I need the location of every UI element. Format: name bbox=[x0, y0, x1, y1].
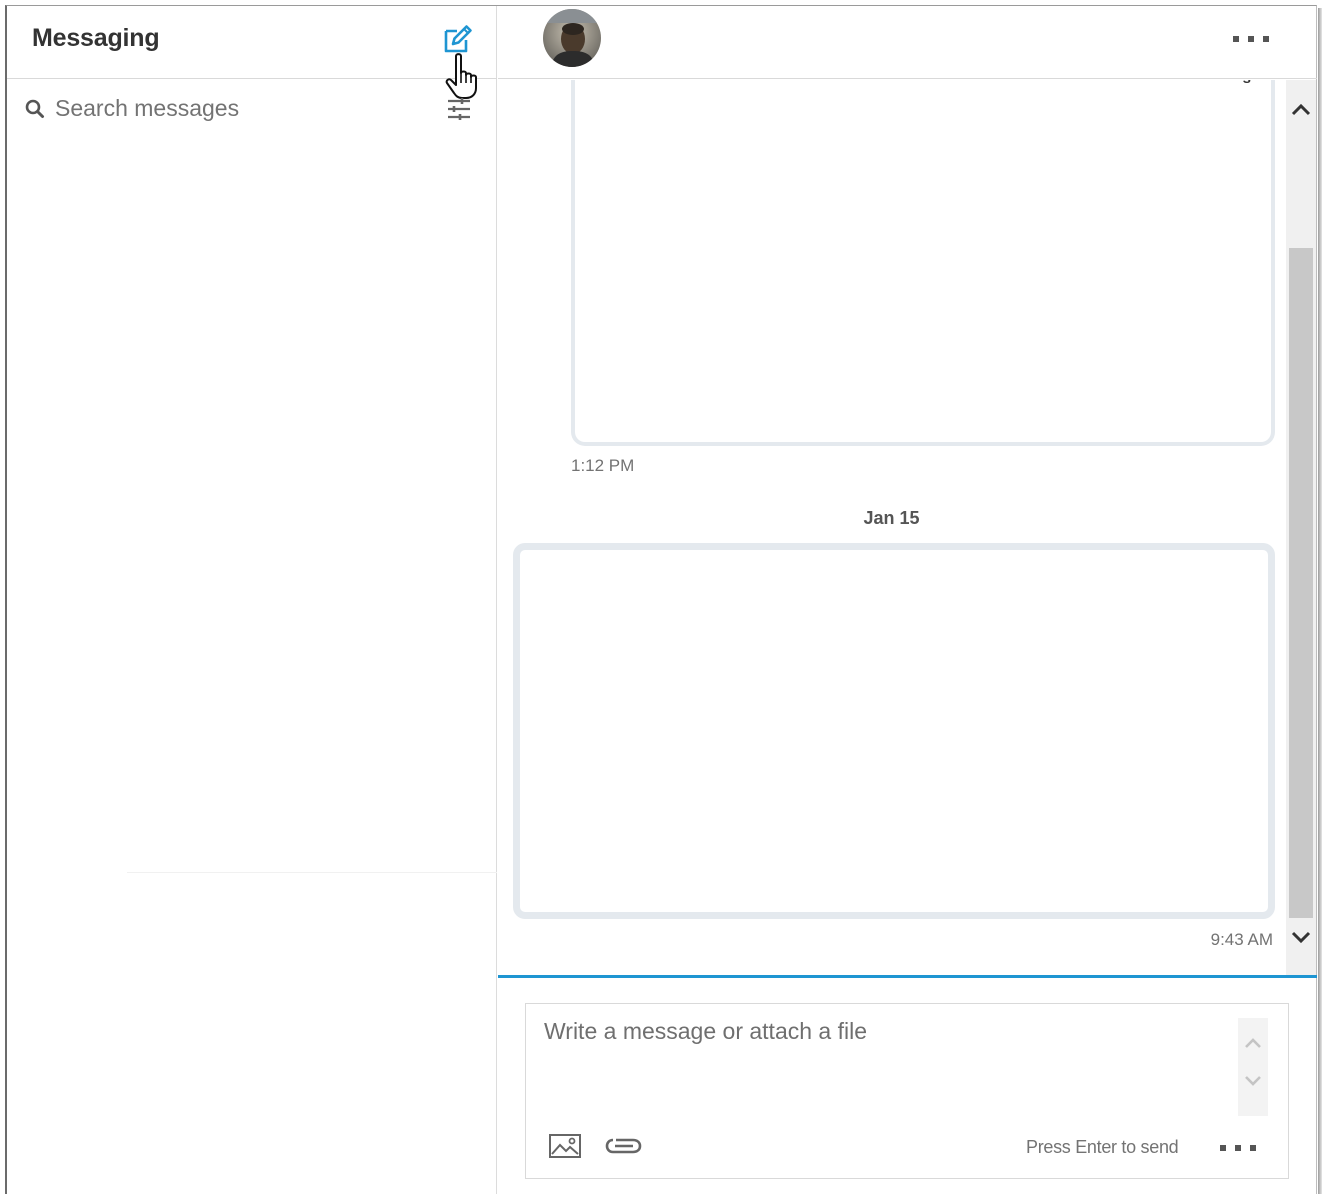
scroll-down-icon[interactable] bbox=[1286, 922, 1316, 952]
message-composer: Press Enter to send bbox=[525, 1003, 1289, 1179]
thread-scrollbar[interactable] bbox=[1286, 80, 1316, 975]
message-thread: s 1:12 PM Jan 15 9:43 AM bbox=[498, 80, 1285, 975]
send-hint: Press Enter to send bbox=[1026, 1137, 1179, 1157]
scroll-thumb[interactable] bbox=[1289, 248, 1313, 918]
message-timestamp: 1:12 PM bbox=[571, 456, 635, 475]
window-shadow bbox=[1318, 8, 1322, 1194]
attachment-icon[interactable] bbox=[604, 1132, 644, 1160]
sidebar-header: Messaging bbox=[7, 6, 497, 99]
more-options-icon[interactable] bbox=[1218, 1140, 1258, 1156]
more-options-icon[interactable] bbox=[1230, 30, 1272, 48]
message-text: s bbox=[1243, 80, 1251, 87]
image-icon[interactable] bbox=[548, 1132, 582, 1160]
search-icon bbox=[24, 98, 46, 120]
compose-icon[interactable] bbox=[440, 22, 474, 56]
message-bubble: s bbox=[571, 80, 1275, 446]
conversation-pane: s 1:12 PM Jan 15 9:43 AM bbox=[498, 6, 1317, 1194]
conversation-header bbox=[498, 6, 1317, 79]
composer-divider bbox=[498, 975, 1317, 978]
conversation-list-pane: Messaging bbox=[7, 6, 497, 1194]
search-bar bbox=[7, 80, 497, 136]
message-input[interactable] bbox=[544, 1018, 1234, 1108]
composer-scrollbar[interactable] bbox=[1238, 1018, 1268, 1116]
message-timestamp: 9:43 AM bbox=[1210, 930, 1273, 949]
chevron-down-icon[interactable] bbox=[1238, 1068, 1268, 1094]
message-bubble bbox=[513, 543, 1275, 919]
chevron-up-icon[interactable] bbox=[1238, 1030, 1268, 1056]
avatar[interactable] bbox=[543, 9, 601, 67]
page-title: Messaging bbox=[32, 24, 160, 52]
scroll-up-icon[interactable] bbox=[1286, 95, 1316, 125]
divider bbox=[127, 872, 497, 873]
filter-icon[interactable] bbox=[444, 94, 474, 124]
search-input[interactable] bbox=[55, 90, 425, 126]
date-separator: Jan 15 bbox=[863, 508, 920, 528]
